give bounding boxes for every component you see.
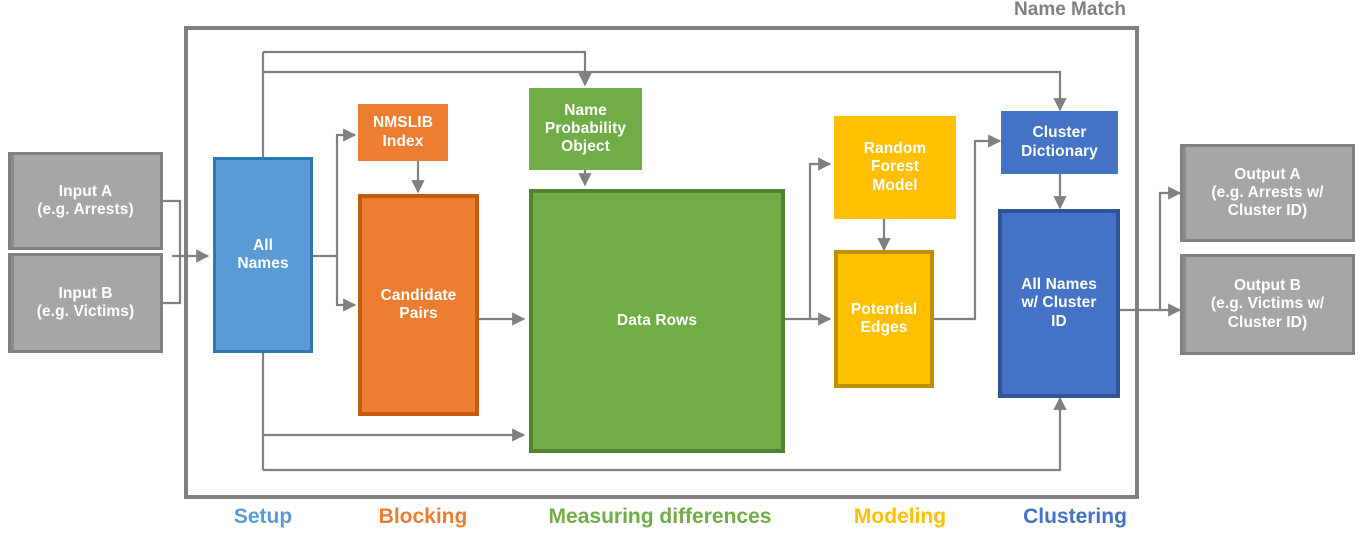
node-input-b[interactable]: Input B (e.g. Victims)	[8, 253, 163, 353]
nmslib-index-line1: NMSLIB	[372, 114, 433, 132]
stage-label-modeling: Modeling	[853, 505, 947, 528]
all-names-line1: All	[252, 236, 274, 254]
all-names-cluster-line3: ID	[1051, 312, 1067, 330]
cluster-dictionary-line1: Cluster	[1032, 124, 1087, 142]
wire-to-output-a	[1158, 186, 1182, 310]
wire-input-a-to-all-names	[163, 199, 182, 256]
node-output-a[interactable]: Output A (e.g. Arrests w/ Cluster ID)	[1180, 144, 1355, 242]
node-candidate-pairs[interactable]: Candidate Pairs	[358, 194, 479, 416]
input-a-line2: (e.g. Arrests)	[37, 201, 134, 218]
rf-line3: Model	[872, 176, 918, 194]
output-b-line3: Cluster ID)	[1227, 313, 1308, 331]
node-output-b[interactable]: Output B (e.g. Victims w/ Cluster ID)	[1180, 254, 1355, 355]
diagram-canvas: Name Match Input A (e.g. Arrests) Input …	[0, 0, 1363, 537]
stage-label-blocking: Blocking	[378, 505, 468, 528]
input-b-line1: Input B	[58, 284, 113, 302]
node-potential-edges[interactable]: Potential Edges	[834, 250, 934, 388]
output-a-line1: Output A	[1234, 165, 1301, 183]
container-title: Name Match	[1014, 0, 1126, 20]
input-b-line2: (e.g. Victims)	[36, 303, 135, 320]
npo-line1: Name	[564, 101, 607, 119]
stage-label-measuring-differences: Measuring differences	[548, 505, 772, 528]
node-random-forest-model[interactable]: Random Forest Model	[834, 116, 956, 219]
potential-edges-line1: Potential	[850, 300, 918, 318]
wire-input-b-to-all-names	[163, 256, 182, 305]
candidate-pairs-line2: Pairs	[399, 305, 438, 322]
npo-line3: Object	[561, 138, 610, 156]
output-a-line2: (e.g. Arrests w/	[1211, 183, 1324, 201]
rf-line1: Random	[863, 140, 927, 158]
data-rows-label: Data Rows	[616, 311, 698, 329]
output-b-line2: (e.g. Victims w/	[1210, 295, 1325, 313]
node-data-rows[interactable]: Data Rows	[529, 189, 785, 453]
output-a-line3: Cluster ID)	[1227, 202, 1308, 220]
all-names-cluster-line1: All Names	[1021, 276, 1097, 294]
node-cluster-dictionary[interactable]: Cluster Dictionary	[1001, 111, 1118, 174]
node-nmslib-index[interactable]: NMSLIB Index	[358, 104, 448, 161]
node-input-a[interactable]: Input A (e.g. Arrests)	[8, 152, 163, 250]
rf-line2: Forest	[871, 158, 919, 176]
npo-line2: Probability	[544, 119, 627, 137]
potential-edges-line2: Edges	[860, 319, 908, 336]
cluster-dictionary-line2: Dictionary	[1021, 142, 1098, 160]
all-names-line2: Names	[237, 255, 289, 272]
candidate-pairs-line1: Candidate	[380, 286, 457, 304]
stage-label-clustering: Clustering	[1023, 505, 1127, 528]
node-name-probability-object[interactable]: Name Probability Object	[529, 88, 642, 170]
stage-label-setup: Setup	[233, 505, 293, 528]
output-b-line1: Output B	[1233, 277, 1302, 295]
node-all-names[interactable]: All Names	[213, 157, 313, 353]
node-all-names-with-cluster-id[interactable]: All Names w/ Cluster ID	[998, 209, 1120, 398]
all-names-cluster-line2: w/ Cluster	[1021, 294, 1097, 312]
nmslib-index-line2: Index	[382, 132, 424, 150]
input-a-line1: Input A	[58, 182, 113, 200]
